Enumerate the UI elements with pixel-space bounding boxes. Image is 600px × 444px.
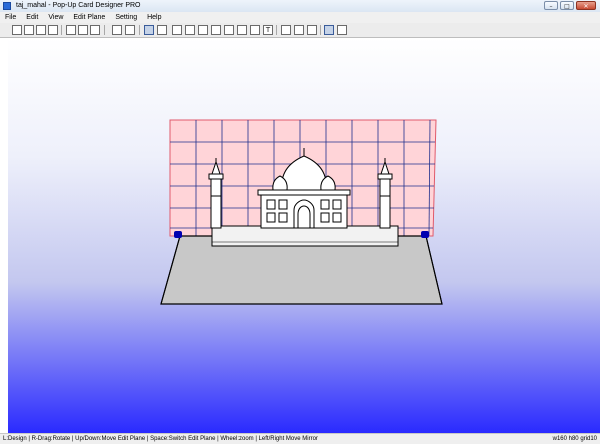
window-controls: – □ ✕ <box>544 1 596 11</box>
open-icon[interactable] <box>24 25 34 35</box>
cut-icon[interactable] <box>78 25 88 35</box>
wedge-icon[interactable] <box>224 25 234 35</box>
menu-edit[interactable]: Edit <box>21 12 43 23</box>
rect-icon[interactable] <box>185 25 195 35</box>
save-icon[interactable] <box>36 25 46 35</box>
app-icon <box>3 2 11 10</box>
toolbar: T <box>0 23 600 38</box>
menu-help[interactable]: Help <box>142 12 166 23</box>
frame-icon[interactable] <box>172 25 182 35</box>
stop-icon[interactable] <box>250 25 260 35</box>
window-title: taj_mahal - Pop-Up Card Designer PRO <box>16 2 141 9</box>
mirror-icon[interactable] <box>281 25 291 35</box>
pop-up-card-model <box>160 119 443 305</box>
front-platform <box>211 225 399 247</box>
view-icon[interactable] <box>144 25 154 35</box>
right-hinge-marker[interactable] <box>421 231 429 238</box>
menu-file[interactable]: File <box>0 12 21 23</box>
link-icon[interactable] <box>237 25 247 35</box>
zoom-in-icon[interactable] <box>294 25 304 35</box>
status-bar: L:Design | R-Drag:Rotate | Up/Down:Move … <box>0 433 600 444</box>
toolbar-separator <box>104 25 105 35</box>
fit-icon[interactable] <box>66 25 76 35</box>
toolbar-separator <box>61 25 62 35</box>
menu-setting[interactable]: Setting <box>110 12 142 23</box>
menu-edit-plane[interactable]: Edit Plane <box>68 12 110 23</box>
print-icon[interactable] <box>48 25 58 35</box>
left-hinge-marker[interactable] <box>174 231 182 238</box>
zoom-out-icon[interactable] <box>307 25 317 35</box>
maximize-button[interactable]: □ <box>560 1 574 10</box>
tab-icon[interactable] <box>211 25 221 35</box>
grid-icon[interactable] <box>324 25 334 35</box>
close-button[interactable]: ✕ <box>576 1 596 10</box>
menu-view[interactable]: View <box>43 12 68 23</box>
layer-icon[interactable] <box>112 25 122 35</box>
text-icon[interactable]: T <box>263 25 273 35</box>
minimize-button[interactable]: – <box>544 1 558 10</box>
menu-bar: File Edit View Edit Plane Setting Help <box>0 12 600 23</box>
select-icon[interactable] <box>337 25 347 35</box>
shape-icon[interactable] <box>90 25 100 35</box>
3d-viewport[interactable] <box>8 38 600 433</box>
layer2-icon[interactable] <box>125 25 135 35</box>
view2-icon[interactable] <box>157 25 167 35</box>
toolbar-separator <box>276 25 277 35</box>
arc-icon[interactable] <box>198 25 208 35</box>
toolbar-separator <box>139 25 140 35</box>
toolbar-separator <box>320 25 321 35</box>
new-icon[interactable] <box>12 25 22 35</box>
